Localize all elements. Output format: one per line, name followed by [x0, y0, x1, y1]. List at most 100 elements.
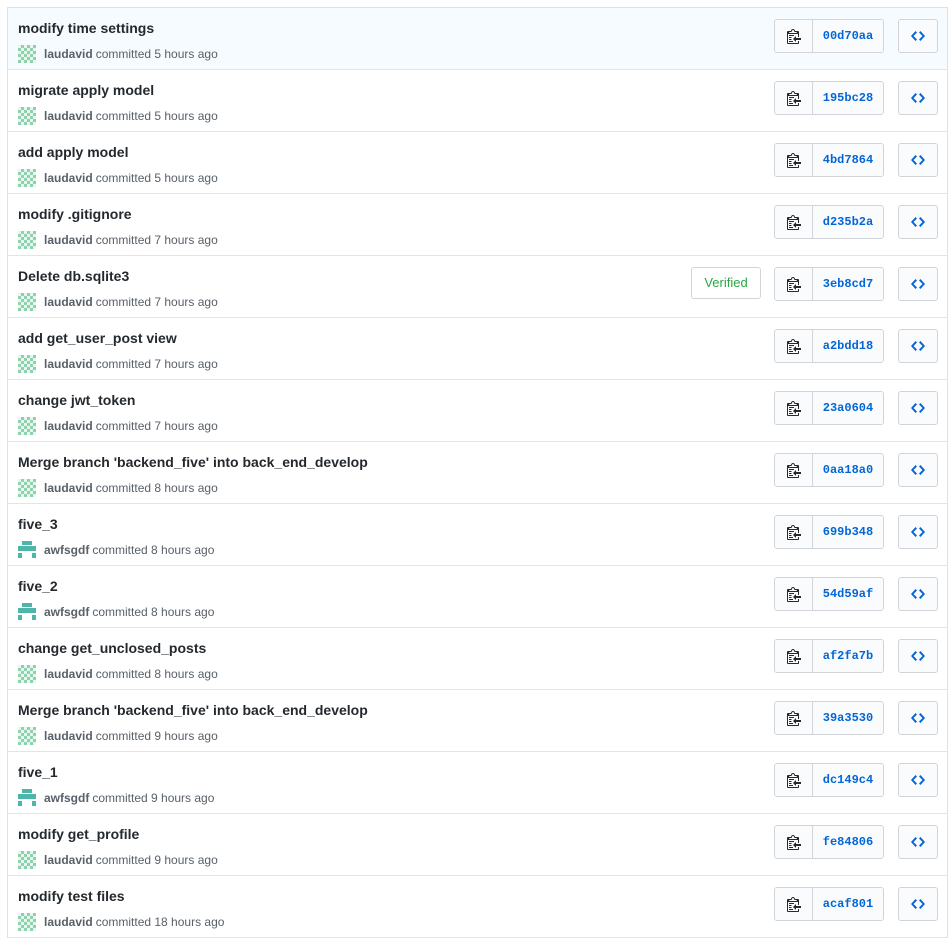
author-avatar[interactable] [18, 727, 36, 745]
copy-sha-button[interactable] [775, 268, 813, 300]
author-avatar[interactable] [18, 603, 36, 621]
author-avatar[interactable] [18, 231, 36, 249]
author-name[interactable]: laudavid [44, 233, 93, 247]
author-name[interactable]: laudavid [44, 47, 93, 61]
copy-sha-button[interactable] [775, 330, 813, 362]
browse-repo-button[interactable] [898, 453, 938, 487]
commit-sha-link[interactable]: af2fa7b [813, 640, 883, 672]
commit-sha-link[interactable]: d235b2a [813, 206, 883, 238]
author-avatar[interactable] [18, 417, 36, 435]
copy-sha-button[interactable] [775, 578, 813, 610]
author-avatar[interactable] [18, 479, 36, 497]
commit-message-link[interactable]: five_3 [18, 516, 58, 532]
commit-sha-link[interactable]: 4bd7864 [813, 144, 883, 176]
code-icon [911, 527, 925, 537]
browse-repo-button[interactable] [898, 825, 938, 859]
browse-repo-button[interactable] [898, 515, 938, 549]
commit-time: committed 5 hours ago [95, 109, 218, 123]
commit-message-link[interactable]: Merge branch 'backend_five' into back_en… [18, 702, 368, 718]
author-avatar[interactable] [18, 851, 36, 869]
browse-repo-button[interactable] [898, 205, 938, 239]
browse-repo-button[interactable] [898, 639, 938, 673]
commit-sha-link[interactable]: 23a0604 [813, 392, 883, 424]
commit-message-link[interactable]: change get_unclosed_posts [18, 640, 206, 656]
commit-time: committed 8 hours ago [95, 481, 218, 495]
commit-message-link[interactable]: add get_user_post view [18, 330, 177, 346]
author-name[interactable]: laudavid [44, 171, 93, 185]
commit-message-link[interactable]: modify get_profile [18, 826, 139, 842]
author-name[interactable]: laudavid [44, 481, 93, 495]
commit-sha-link[interactable]: fe84806 [813, 826, 883, 858]
copy-sha-button[interactable] [775, 392, 813, 424]
commit-sha-link[interactable]: dc149c4 [813, 764, 883, 796]
copy-sha-button[interactable] [775, 20, 813, 52]
commit-message-link[interactable]: migrate apply model [18, 82, 154, 98]
author-name[interactable]: laudavid [44, 667, 93, 681]
browse-repo-button[interactable] [898, 391, 938, 425]
author-avatar[interactable] [18, 107, 36, 125]
copy-sha-button[interactable] [775, 826, 813, 858]
author-name[interactable]: awfsgdf [44, 791, 89, 805]
commit-sha-group: fe84806 [774, 825, 884, 859]
browse-repo-button[interactable] [898, 267, 938, 301]
copy-sha-button[interactable] [775, 144, 813, 176]
copy-sha-button[interactable] [775, 516, 813, 548]
commit-message-link[interactable]: add apply model [18, 144, 128, 160]
copy-sha-button[interactable] [775, 702, 813, 734]
author-name[interactable]: awfsgdf [44, 543, 89, 557]
copy-sha-button[interactable] [775, 764, 813, 796]
copy-sha-button[interactable] [775, 454, 813, 486]
commit-sha-link[interactable]: 54d59af [813, 578, 883, 610]
author-name[interactable]: laudavid [44, 357, 93, 371]
author-name[interactable]: laudavid [44, 853, 93, 867]
commit-message-link[interactable]: Merge branch 'backend_five' into back_en… [18, 454, 368, 470]
author-name[interactable]: laudavid [44, 915, 93, 929]
browse-repo-button[interactable] [898, 329, 938, 363]
commit-sha-link[interactable]: 3eb8cd7 [813, 268, 883, 300]
commit-sha-link[interactable]: 00d70aa [813, 20, 883, 52]
author-name[interactable]: awfsgdf [44, 605, 89, 619]
author-avatar[interactable] [18, 169, 36, 187]
copy-sha-button[interactable] [775, 206, 813, 238]
browse-repo-button[interactable] [898, 701, 938, 735]
commit-row: five_2 awfsgdf committed 8 hours ago 54d… [8, 566, 947, 628]
browse-repo-button[interactable] [898, 577, 938, 611]
author-avatar[interactable] [18, 913, 36, 931]
commit-meta: laudavid committed 8 hours ago [18, 664, 218, 684]
commit-message-link[interactable]: Delete db.sqlite3 [18, 268, 129, 284]
copy-sha-button[interactable] [775, 888, 813, 920]
author-name[interactable]: laudavid [44, 295, 93, 309]
commit-message-link[interactable]: modify test files [18, 888, 125, 904]
browse-repo-button[interactable] [898, 887, 938, 921]
author-avatar[interactable] [18, 789, 36, 807]
commit-message-link[interactable]: five_2 [18, 578, 58, 594]
code-icon [911, 465, 925, 475]
browse-repo-button[interactable] [898, 143, 938, 177]
commit-message-link[interactable]: change jwt_token [18, 392, 135, 408]
author-avatar[interactable] [18, 293, 36, 311]
commit-message-link[interactable]: modify time settings [18, 20, 154, 36]
browse-repo-button[interactable] [898, 763, 938, 797]
commit-message-link[interactable]: modify .gitignore [18, 206, 132, 222]
commit-sha-link[interactable]: 39a3530 [813, 702, 883, 734]
browse-repo-button[interactable] [898, 19, 938, 53]
commit-sha-link[interactable]: 699b348 [813, 516, 883, 548]
commit-sha-link[interactable]: 0aa18a0 [813, 454, 883, 486]
verified-badge[interactable]: Verified [691, 267, 761, 299]
author-name[interactable]: laudavid [44, 729, 93, 743]
author-avatar[interactable] [18, 45, 36, 63]
copy-sha-button[interactable] [775, 640, 813, 672]
author-avatar[interactable] [18, 541, 36, 559]
commit-sha-link[interactable]: 195bc28 [813, 82, 883, 114]
commit-list: modify time settings laudavid committed … [7, 7, 948, 938]
author-avatar[interactable] [18, 665, 36, 683]
browse-repo-button[interactable] [898, 81, 938, 115]
commit-meta: laudavid committed 9 hours ago [18, 850, 218, 870]
author-avatar[interactable] [18, 355, 36, 373]
commit-sha-link[interactable]: a2bdd18 [813, 330, 883, 362]
author-name[interactable]: laudavid [44, 109, 93, 123]
commit-message-link[interactable]: five_1 [18, 764, 58, 780]
copy-sha-button[interactable] [775, 82, 813, 114]
author-name[interactable]: laudavid [44, 419, 93, 433]
commit-sha-link[interactable]: acaf801 [813, 888, 883, 920]
